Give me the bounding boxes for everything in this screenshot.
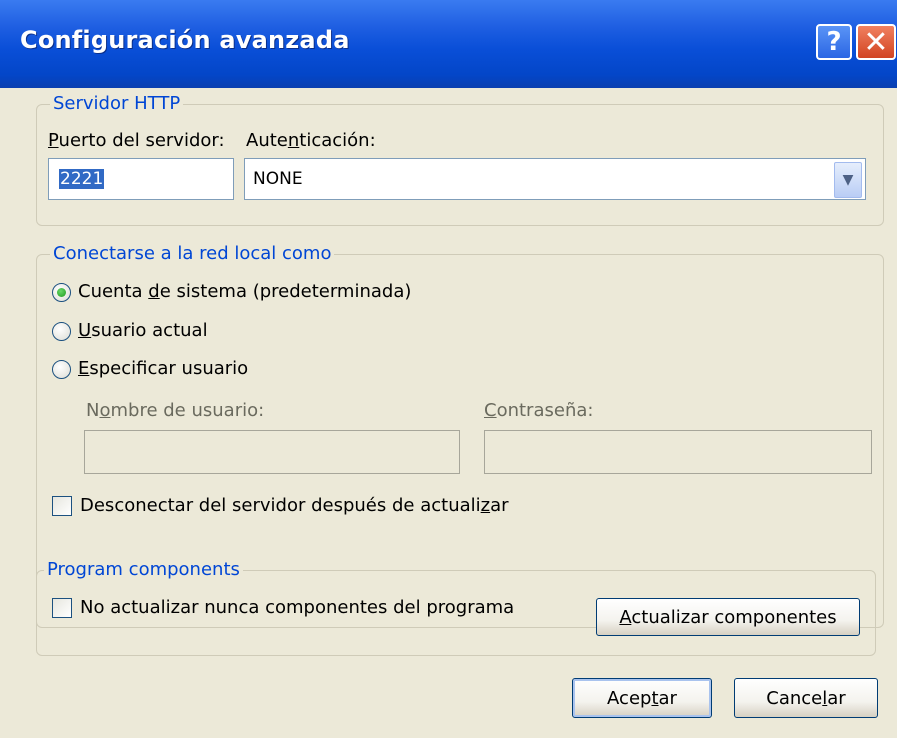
system-account-label[interactable]: Cuenta de sistema (predeterminada) bbox=[78, 281, 411, 303]
help-icon: ? bbox=[826, 27, 842, 57]
radio-system-account[interactable] bbox=[52, 283, 71, 302]
radio-current-user[interactable] bbox=[52, 322, 71, 341]
username-input[interactable] bbox=[84, 430, 460, 474]
password-input[interactable] bbox=[484, 430, 872, 474]
advanced-settings-dialog: Configuración avanzada ? ✕ Servidor HTTP… bbox=[0, 0, 897, 738]
chevron-down-icon: ▼ bbox=[842, 172, 854, 188]
port-label: Puerto del servidor: bbox=[48, 130, 225, 151]
never-update-checkbox[interactable] bbox=[52, 598, 72, 618]
ok-label: Aceptar bbox=[607, 687, 677, 709]
close-button[interactable]: ✕ bbox=[856, 24, 896, 60]
port-input[interactable]: 2221 bbox=[48, 158, 234, 200]
network-legend: Conectarse a la red local como bbox=[50, 244, 335, 264]
window-title: Configuración avanzada bbox=[20, 26, 350, 54]
authentication-label: Autenticación: bbox=[246, 130, 376, 151]
disconnect-label[interactable]: Desconectar del servidor después de actu… bbox=[80, 495, 509, 517]
specify-user-label[interactable]: Especificar usuario bbox=[78, 358, 248, 380]
update-components-label: Actualizar componentes bbox=[619, 606, 837, 628]
http-server-legend: Servidor HTTP bbox=[50, 94, 184, 114]
password-label: Contraseña: bbox=[484, 400, 594, 421]
close-icon: ✕ bbox=[863, 24, 889, 60]
dropdown-arrow[interactable]: ▼ bbox=[834, 162, 862, 198]
never-update-label[interactable]: No actualizar nunca componentes del prog… bbox=[80, 597, 514, 619]
authentication-select[interactable]: NONE ▼ bbox=[244, 158, 866, 200]
disconnect-checkbox[interactable] bbox=[52, 496, 72, 516]
cancel-label: Cancelar bbox=[766, 687, 846, 709]
cancel-button[interactable]: Cancelar bbox=[734, 678, 878, 718]
ok-button[interactable]: Aceptar bbox=[572, 678, 712, 718]
radio-specify-user[interactable] bbox=[52, 360, 71, 379]
current-user-label[interactable]: Usuario actual bbox=[78, 320, 208, 342]
help-button[interactable]: ? bbox=[816, 24, 852, 60]
username-label: Nombre de usuario: bbox=[86, 400, 265, 421]
title-bar[interactable]: Configuración avanzada ? ✕ bbox=[0, 0, 897, 88]
dialog-body: Servidor HTTP Puerto del servidor: 2221 … bbox=[0, 88, 897, 738]
port-value: 2221 bbox=[59, 169, 105, 189]
authentication-value: NONE bbox=[253, 169, 303, 189]
components-legend: Program components bbox=[44, 560, 243, 580]
update-components-button[interactable]: Actualizar componentes bbox=[596, 598, 860, 636]
